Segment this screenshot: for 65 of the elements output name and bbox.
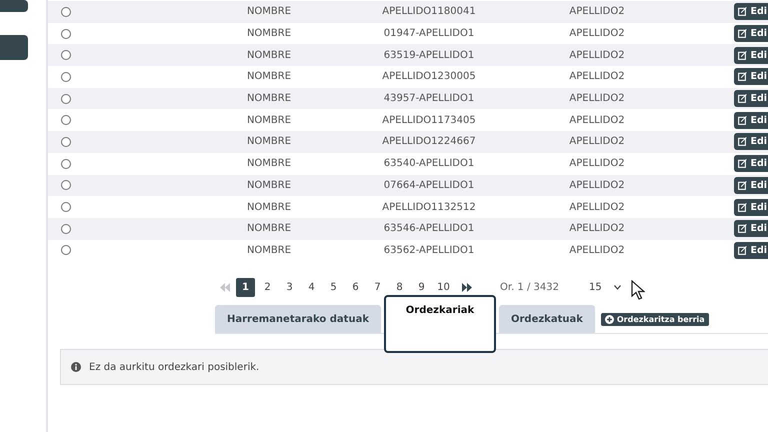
page-button[interactable]: 5 bbox=[324, 278, 343, 297]
table-cell-text: APELLIDO2 bbox=[568, 28, 626, 40]
table-cell-text: NOMBRE bbox=[246, 158, 292, 170]
page-button[interactable]: 4 bbox=[302, 278, 321, 297]
table-cell-text: NOMBRE bbox=[246, 202, 292, 213]
table-cell-text: NOMBRE bbox=[246, 6, 292, 18]
edit-button[interactable]: Edi bbox=[734, 242, 768, 259]
edit-button[interactable]: Edi bbox=[734, 68, 768, 86]
table-cell-text: NOMBRE bbox=[246, 114, 292, 126]
table-cell-text: APELLIDO1224667 bbox=[381, 136, 477, 148]
new-representation-button[interactable]: Ordezkaritza berria bbox=[600, 312, 709, 326]
table-cell-text: 63562-APELLIDO1 bbox=[382, 244, 476, 256]
table-cell-text: APELLIDO2 bbox=[568, 50, 626, 61]
table-cell-text: 43957-APELLIDO1 bbox=[382, 93, 476, 104]
edit-button[interactable]: Edi bbox=[734, 198, 768, 216]
page-info: Or. 1 / 3432 bbox=[500, 282, 559, 293]
table-cell-text: APELLIDO2 bbox=[568, 71, 626, 82]
page-button[interactable]: 9 bbox=[412, 278, 431, 297]
edit-button[interactable]: Edi bbox=[734, 176, 768, 194]
table-cell-text: APELLIDO2 bbox=[568, 93, 626, 104]
table-cell-text: NOMBRE bbox=[246, 223, 292, 234]
table-cell-text: NOMBRE bbox=[246, 180, 292, 191]
table-cell-text: APELLIDO1180041 bbox=[381, 6, 477, 18]
edit-button[interactable]: Edi bbox=[734, 133, 768, 150]
page-button[interactable]: 3 bbox=[280, 278, 299, 297]
edit-button[interactable]: Edi bbox=[734, 46, 768, 64]
edit-button[interactable]: Edi bbox=[734, 3, 768, 20]
tab[interactable]: Ordezkariak bbox=[384, 295, 496, 354]
table-cell-text: 63519-APELLIDO1 bbox=[382, 50, 476, 61]
tab[interactable]: Ordezkatuak bbox=[498, 305, 595, 334]
table-cell-text: APELLIDO2 bbox=[568, 114, 626, 126]
table-cell-text: APELLIDO2 bbox=[568, 202, 626, 213]
table-cell-text: NOMBRE bbox=[246, 50, 292, 61]
page-button[interactable]: 7 bbox=[368, 278, 387, 297]
table-cell-text: NOMBRE bbox=[246, 93, 292, 104]
table-cell-text: APELLIDO1132512 bbox=[381, 202, 477, 213]
table-cell-text: NOMBRE bbox=[246, 71, 292, 82]
table-cell-text: APELLIDO2 bbox=[568, 180, 626, 191]
page-button[interactable]: 1 bbox=[236, 278, 255, 297]
table-cell-text: 63540-APELLIDO1 bbox=[382, 158, 476, 170]
table-cell-text: 63546-APELLIDO1 bbox=[382, 223, 476, 234]
table-cell-text: NOMBRE bbox=[246, 28, 292, 40]
edit-button[interactable]: Edi bbox=[734, 25, 768, 42]
table-cell-text: APELLIDO1173405 bbox=[381, 114, 477, 126]
alert-text: Ez da aurkitu ordezkari posiblerik. bbox=[89, 362, 260, 373]
page-button[interactable]: 6 bbox=[346, 278, 365, 297]
table-cell-text: APELLIDO2 bbox=[568, 6, 626, 18]
table-cell-text: 01947-APELLIDO1 bbox=[382, 28, 476, 40]
table-cell-text: 07664-APELLIDO1 bbox=[382, 180, 476, 191]
page-button[interactable]: 8 bbox=[390, 278, 409, 297]
edit-button[interactable]: Edi bbox=[734, 155, 768, 172]
table-cell-text: NOMBRE bbox=[246, 136, 292, 148]
table-cell-text: APELLIDO2 bbox=[568, 223, 626, 234]
page-size-select[interactable]: 15 bbox=[588, 282, 621, 293]
edit-button[interactable]: Edi bbox=[734, 90, 768, 108]
tab[interactable]: Harremanetarako datuak bbox=[215, 305, 381, 334]
table-cell-text: APELLIDO2 bbox=[568, 158, 626, 170]
table-cell-text: APELLIDO2 bbox=[568, 136, 626, 148]
table-cell-text: APELLIDO1230005 bbox=[381, 71, 477, 82]
table-cell-text: NOMBRE bbox=[246, 244, 292, 256]
edit-button[interactable]: Edi bbox=[734, 112, 768, 129]
page-button[interactable]: 2 bbox=[258, 278, 277, 297]
page-button[interactable]: 10 bbox=[434, 278, 453, 297]
edit-button[interactable]: Edi bbox=[734, 220, 768, 238]
table-cell-text: APELLIDO2 bbox=[568, 244, 626, 256]
